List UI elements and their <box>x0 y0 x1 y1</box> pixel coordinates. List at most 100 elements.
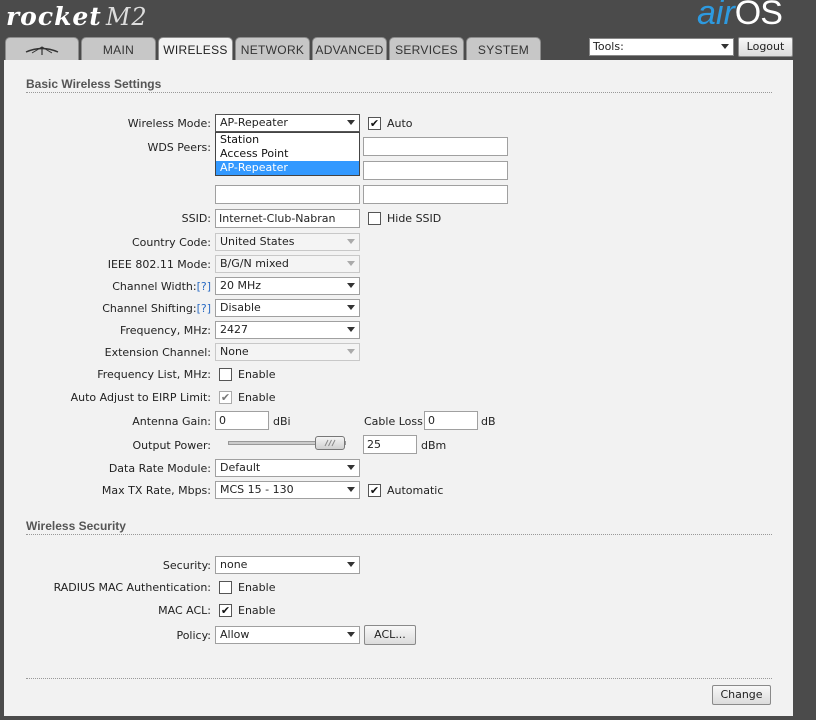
logo-model: M2 <box>105 3 148 31</box>
frequency-select[interactable]: 2427 <box>215 321 360 339</box>
data-rate-select[interactable]: Default <box>215 459 360 477</box>
antenna-gain-label: Antenna Gain: <box>132 415 211 428</box>
channel-shifting-help-link[interactable]: [?] <box>197 302 211 315</box>
extension-channel-value: None <box>220 345 249 358</box>
acl-button[interactable]: ACL... <box>364 625 416 645</box>
policy-value: Allow <box>220 628 250 641</box>
policy-select[interactable]: Allow <box>215 626 360 644</box>
wds-peer-input-4[interactable] <box>363 161 508 180</box>
tab-services[interactable]: SERVICES <box>389 37 464 61</box>
frequency-list-checkbox[interactable] <box>219 368 232 381</box>
channel-width-text: Channel Width: <box>112 280 197 293</box>
chevron-down-icon <box>347 349 355 354</box>
logo-air: air <box>697 0 735 32</box>
country-code-select: United States <box>215 233 360 251</box>
tools-label: Tools: <box>593 40 624 53</box>
tab-system[interactable]: SYSTEM <box>466 37 541 61</box>
max-tx-auto-checkbox[interactable]: ✔ <box>368 484 381 497</box>
country-code-label: Country Code: <box>131 236 211 249</box>
output-power-label: Output Power: <box>132 439 211 452</box>
tab-main[interactable]: MAIN <box>81 37 156 61</box>
frequency-value: 2427 <box>220 323 248 336</box>
rocket-logo: rocket M2 <box>6 2 148 31</box>
frequency-label: Frequency, MHz: <box>119 324 211 337</box>
hide-ssid-checkbox[interactable] <box>368 212 381 225</box>
eirp-enable-label: Enable <box>238 391 276 404</box>
tab-wireless[interactable]: WIRELESS <box>158 37 233 62</box>
antenna-gain-input[interactable]: 0 <box>215 411 269 430</box>
section-divider <box>26 92 772 93</box>
mode-option-station[interactable]: Station <box>216 133 359 147</box>
channel-shifting-text: Channel Shifting: <box>102 302 197 315</box>
max-tx-auto-label: Automatic <box>387 484 444 497</box>
channel-shifting-select[interactable]: Disable <box>215 299 360 317</box>
security-value: none <box>220 558 248 571</box>
max-tx-select[interactable]: MCS 15 - 130 <box>215 481 360 499</box>
channel-width-select[interactable]: 20 MHz <box>215 277 360 295</box>
mac-acl-enable-label: Enable <box>238 604 276 617</box>
basic-settings-title: Basic Wireless Settings <box>26 77 162 91</box>
cable-loss-input[interactable]: 0 <box>424 411 478 430</box>
bottom-divider <box>26 678 772 679</box>
max-tx-value: MCS 15 - 130 <box>220 483 294 496</box>
chevron-down-icon <box>347 120 355 125</box>
wds-peer-input-5[interactable] <box>215 185 360 204</box>
mac-acl-checkbox[interactable]: ✔ <box>219 604 232 617</box>
frequency-list-label: Frequency List, MHz: <box>97 368 211 381</box>
channel-shifting-label: Channel Shifting:[?] <box>11 302 211 315</box>
tools-select[interactable]: Tools: <box>589 38 734 56</box>
chevron-down-icon <box>347 283 355 288</box>
radius-mac-enable-label: Enable <box>238 581 276 594</box>
security-label: Security: <box>162 559 211 572</box>
chevron-down-icon <box>347 487 355 492</box>
eirp-label: Auto Adjust to EIRP Limit: <box>70 391 211 404</box>
channel-width-help-link[interactable]: [?] <box>197 280 211 293</box>
auto-mode-checkbox[interactable]: ✔ <box>368 117 381 130</box>
data-rate-value: Default <box>220 461 261 474</box>
output-power-slider-handle[interactable] <box>315 436 345 450</box>
content-panel <box>4 60 793 716</box>
output-power-unit: dBm <box>421 439 447 452</box>
wireless-mode-label: Wireless Mode: <box>127 117 211 130</box>
chevron-down-icon <box>347 305 355 310</box>
ubnt-antenna-icon <box>25 46 59 55</box>
chevron-down-icon <box>347 465 355 470</box>
extension-channel-label: Extension Channel: <box>104 346 211 359</box>
mac-acl-label: MAC ACL: <box>158 604 211 617</box>
tab-advanced[interactable]: ADVANCED <box>312 37 387 61</box>
tab-network[interactable]: NETWORK <box>235 37 310 61</box>
output-power-input[interactable]: 25 <box>363 435 417 454</box>
ieee-mode-value: B/G/N mixed <box>220 257 289 270</box>
channel-width-value: 20 MHz <box>220 279 262 292</box>
mode-option-ap-repeater[interactable]: AP-Repeater <box>216 161 359 175</box>
chevron-down-icon <box>347 632 355 637</box>
wireless-mode-select[interactable]: AP-Repeater <box>215 114 360 132</box>
logout-button[interactable]: Logout <box>738 37 793 57</box>
wireless-mode-value: AP-Repeater <box>220 116 288 129</box>
tab-ubnt-logo[interactable] <box>5 37 79 61</box>
extension-channel-select: None <box>215 343 360 361</box>
chevron-down-icon <box>347 239 355 244</box>
mode-option-access-point[interactable]: Access Point <box>216 147 359 161</box>
ssid-input[interactable]: Internet-Club-Nabran <box>215 209 360 228</box>
security-select[interactable]: none <box>215 556 360 574</box>
ieee-mode-label: IEEE 802.11 Mode: <box>107 258 211 271</box>
wireless-mode-dropdown[interactable]: Station Access Point AP-Repeater <box>215 132 360 176</box>
policy-label: Policy: <box>176 629 211 642</box>
wireless-security-title: Wireless Security <box>26 519 126 533</box>
hide-ssid-label: Hide SSID <box>387 212 442 225</box>
wds-peer-input-2[interactable] <box>363 137 508 156</box>
cable-loss-label: Cable Loss: <box>364 415 427 428</box>
logo-left-text: rocket <box>6 2 102 31</box>
eirp-checkbox: ✔ <box>219 391 232 404</box>
chevron-down-icon <box>347 261 355 266</box>
auto-mode-label: Auto <box>387 117 413 130</box>
channel-width-label: Channel Width:[?] <box>11 280 211 293</box>
data-rate-label: Data Rate Module: <box>108 462 211 475</box>
wds-peer-input-6[interactable] <box>363 185 508 204</box>
chevron-down-icon <box>721 44 729 49</box>
radius-mac-label: RADIUS MAC Authentication: <box>53 581 211 594</box>
radius-mac-checkbox[interactable] <box>219 581 232 594</box>
chevron-down-icon <box>347 562 355 567</box>
change-button[interactable]: Change <box>712 685 771 705</box>
